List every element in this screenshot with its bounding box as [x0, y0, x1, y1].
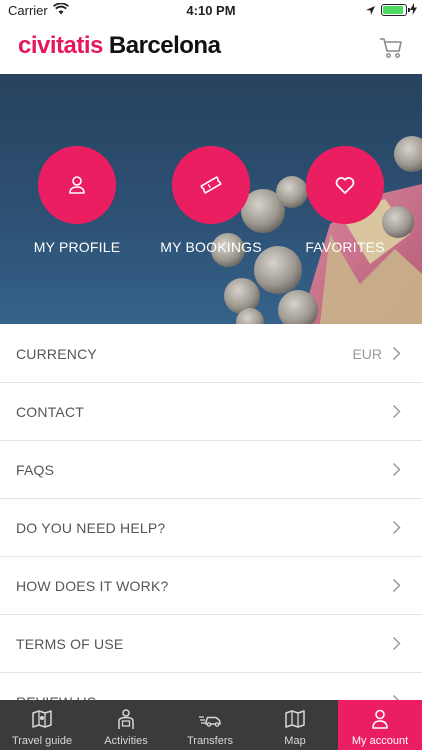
chevron-right-icon [392, 636, 401, 651]
my-bookings-label: MY BOOKINGS [160, 239, 262, 255]
my-bookings-circle [172, 146, 250, 224]
tab-activities[interactable]: Activities [84, 700, 168, 750]
map-icon [285, 710, 305, 728]
heart-icon [335, 177, 355, 194]
chevron-right-icon [392, 462, 401, 477]
favorites-circle [306, 146, 384, 224]
user-icon [69, 176, 85, 194]
charging-icon [410, 3, 417, 18]
chevron-right-icon [392, 346, 401, 361]
menu-item-label: CURRENCY [16, 346, 97, 362]
tab-label: Map [284, 735, 306, 747]
tab-label: Travel guide [11, 735, 73, 747]
tab-label: Transfers [186, 735, 234, 747]
tab-travel-guide[interactable]: Travel guide [0, 700, 84, 750]
chevron-right-icon [392, 404, 401, 419]
clock: 4:10 PM [186, 3, 236, 18]
map-book-icon [32, 710, 52, 728]
bottom-tab-bar: Travel guide Activities Transfers Map My… [0, 700, 422, 750]
my-bookings-button[interactable]: MY BOOKINGS [146, 146, 276, 255]
user-icon [372, 709, 388, 729]
menu-item-faqs[interactable]: FAQS [0, 441, 422, 499]
my-profile-label: MY PROFILE [33, 239, 121, 255]
app-header: civitatis Barcelona [0, 22, 422, 75]
tab-transfers[interactable]: Transfers [168, 700, 252, 750]
currency-value: EUR [352, 346, 382, 362]
account-menu: CURRENCY EUR CONTACT FAQS DO YOU NEED HE… [0, 325, 422, 731]
menu-item-how-it-works[interactable]: HOW DOES IT WORK? [0, 557, 422, 615]
car-icon [199, 716, 221, 727]
menu-item-currency[interactable]: CURRENCY EUR [0, 325, 422, 383]
my-profile-button[interactable]: MY PROFILE [12, 146, 142, 255]
status-bar: Carrier 4:10 PM [0, 0, 422, 22]
location-arrow-icon [365, 4, 376, 19]
menu-item-help[interactable]: DO YOU NEED HELP? [0, 499, 422, 557]
civitatis-logo: civitatis [18, 32, 103, 59]
menu-item-terms[interactable]: TERMS OF USE [0, 615, 422, 673]
tab-label: My account [351, 735, 409, 747]
ticket-icon [200, 176, 222, 194]
guide-person-icon [118, 709, 134, 729]
shopping-cart-icon[interactable] [378, 36, 404, 60]
tab-map[interactable]: Map [253, 700, 337, 750]
chevron-right-icon [392, 578, 401, 593]
tab-my-account[interactable]: My account [338, 700, 422, 750]
menu-item-label: FAQS [16, 462, 55, 478]
menu-item-label: CONTACT [16, 404, 85, 420]
favorites-button[interactable]: FAVORITES [280, 146, 410, 255]
hero-banner: MY PROFILE MY BOOKINGS FAVORITES [0, 74, 422, 324]
city-name: Barcelona [108, 32, 221, 59]
battery-icon [381, 4, 410, 16]
tab-label: Activities [104, 735, 148, 747]
favorites-label: FAVORITES [305, 239, 385, 255]
menu-item-label: HOW DOES IT WORK? [16, 578, 169, 594]
menu-item-label: TERMS OF USE [16, 636, 124, 652]
my-profile-circle [38, 146, 116, 224]
chevron-right-icon [392, 520, 401, 535]
menu-item-label: DO YOU NEED HELP? [16, 520, 166, 536]
menu-item-contact[interactable]: CONTACT [0, 383, 422, 441]
brand-title: civitatis Barcelona [18, 32, 221, 60]
